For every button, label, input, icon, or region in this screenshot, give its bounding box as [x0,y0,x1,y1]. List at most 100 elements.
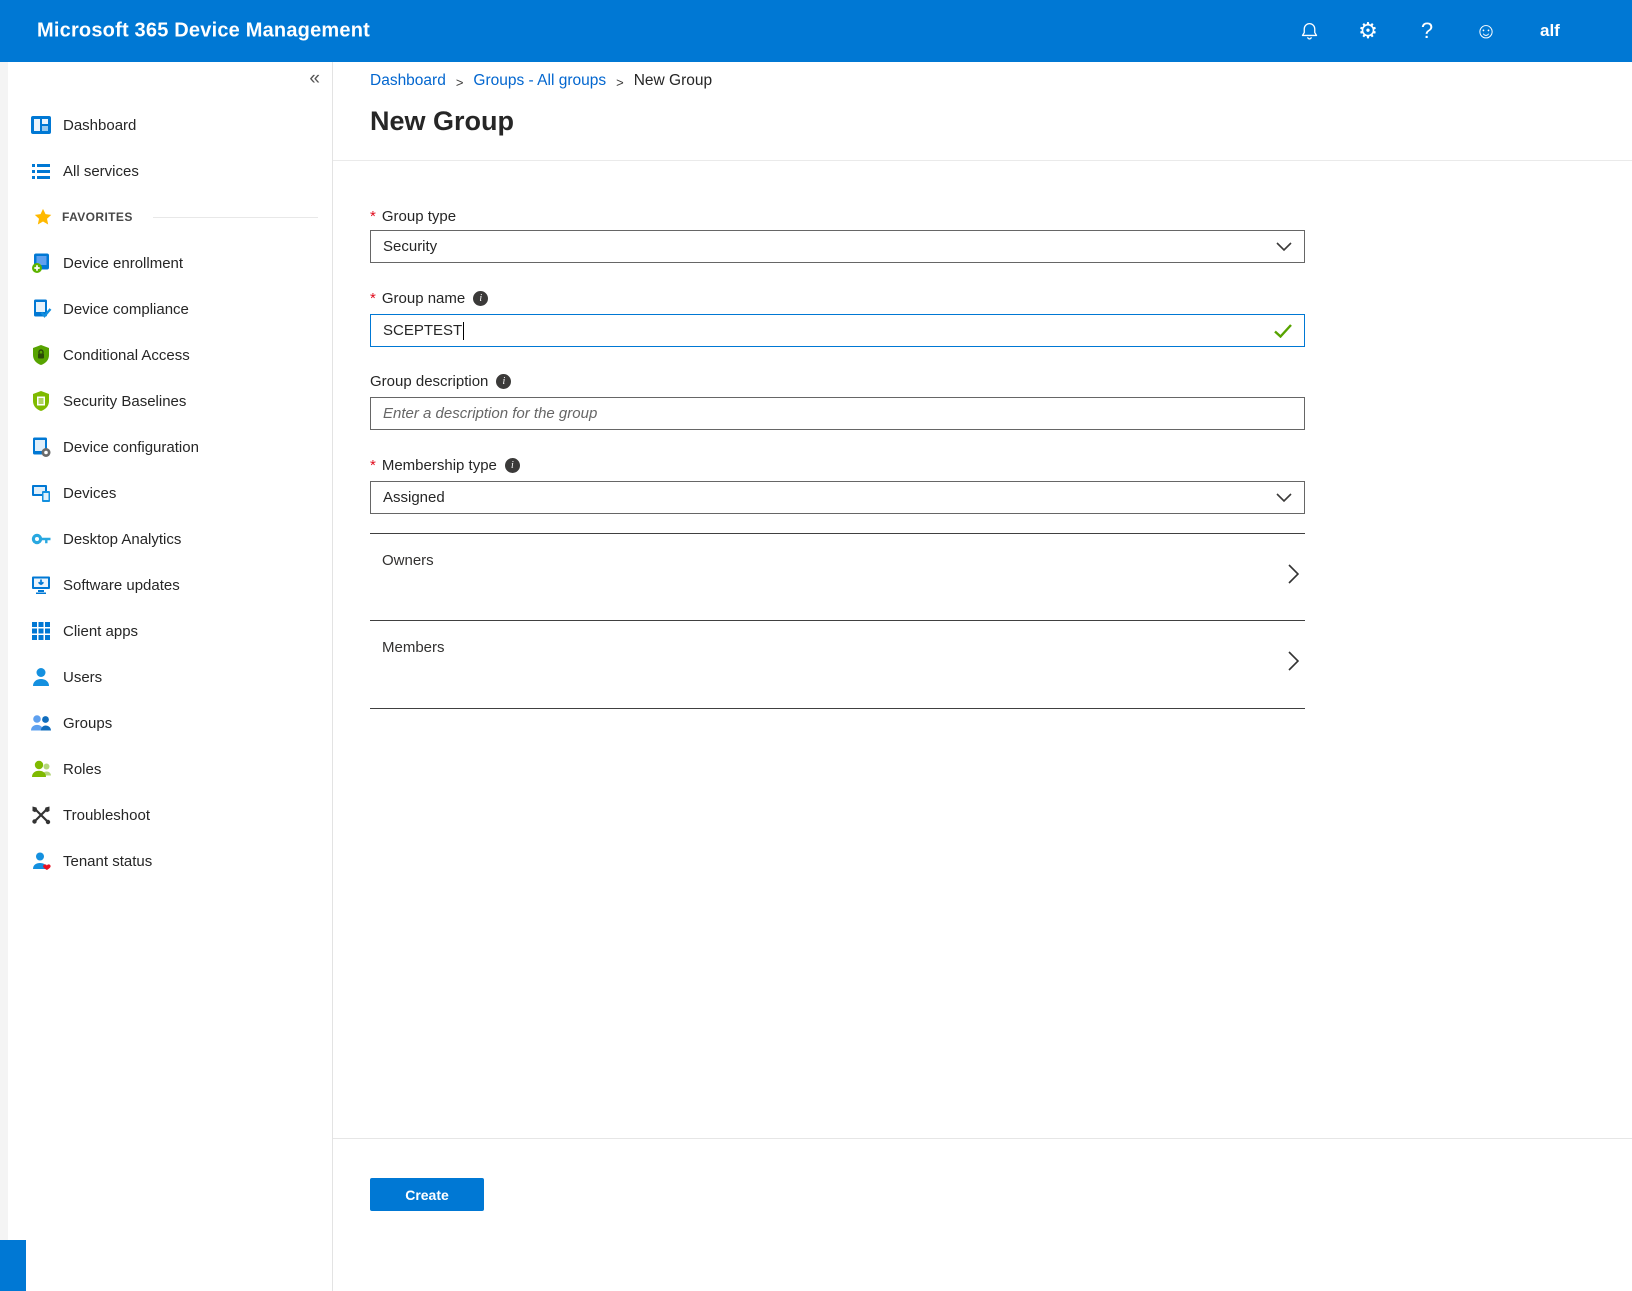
favorites-star-icon [34,208,52,226]
sidebar-item-label: All services [63,163,139,180]
info-icon[interactable]: i [473,291,488,306]
sidebar-item-label: Security Baselines [63,393,186,410]
sidebar-item-conditional-access[interactable]: Conditional Access [8,332,332,378]
device-configuration-icon [30,436,52,458]
devices-icon [30,482,52,504]
sidebar-item-device-compliance[interactable]: Device compliance [8,286,332,332]
sidebar-item-users[interactable]: Users [8,654,332,700]
sidebar-item-label: Desktop Analytics [63,531,181,548]
sidebar: « Dashboard All services FAVORITES [8,62,333,1291]
breadcrumb-separator-icon: > [616,75,624,90]
app-window: Microsoft 365 Device Management ⚙ ? ☺ al… [0,0,1632,1291]
membership-type-value: Assigned [383,489,445,506]
gear-icon[interactable]: ⚙ [1355,18,1381,44]
sidebar-item-software-updates[interactable]: Software updates [8,562,332,608]
owners-row[interactable]: Owners [370,533,1305,620]
bell-icon[interactable] [1296,18,1322,44]
sidebar-item-label: Software updates [63,577,180,594]
breadcrumb-dashboard[interactable]: Dashboard [370,72,446,90]
selection-rows: Owners Members [370,533,1305,709]
sidebar-item-label: Groups [63,715,112,732]
app-title: Microsoft 365 Device Management [37,20,370,43]
device-compliance-icon [30,298,52,320]
group-type-label-text: Group type [382,208,456,225]
dashboard-icon [30,114,52,136]
sidebar-item-label: Conditional Access [63,347,190,364]
sidebar-item-label: Devices [63,485,116,502]
group-name-label-text: Group name [382,290,465,307]
account-button[interactable]: alf [1540,21,1560,41]
group-description-label-text: Group description [370,373,488,390]
smiley-icon[interactable]: ☺ [1473,18,1499,44]
group-name-input[interactable]: SCEPTEST [370,314,1305,347]
sidebar-item-label: Users [63,669,102,686]
membership-type-select[interactable]: Assigned [370,481,1305,514]
sidebar-item-label: Device enrollment [63,255,183,272]
conditional-access-icon [30,344,52,366]
favorites-header: FAVORITES [8,194,332,240]
help-icon[interactable]: ? [1414,18,1440,44]
group-type-label: * Group type [370,208,456,225]
sidebar-item-dashboard[interactable]: Dashboard [8,102,332,148]
group-name-value: SCEPTEST [383,322,462,339]
sidebar-item-groups[interactable]: Groups [8,700,332,746]
main-content: Dashboard > Groups - All groups > New Gr… [333,62,1632,1291]
sidebar-item-label: Tenant status [63,853,152,870]
sidebar-item-devices[interactable]: Devices [8,470,332,516]
group-type-value: Security [383,238,437,255]
membership-type-label-text: Membership type [382,457,497,474]
group-description-input[interactable] [370,397,1305,430]
info-icon[interactable]: i [496,374,511,389]
owners-label: Owners [382,552,434,569]
desktop-analytics-icon [30,528,52,550]
members-label: Members [382,639,445,656]
roles-icon [30,758,52,780]
sidebar-item-device-configuration[interactable]: Device configuration [8,424,332,470]
members-row[interactable]: Members [370,620,1305,708]
create-button[interactable]: Create [370,1178,484,1211]
required-marker: * [370,208,376,225]
footer-divider [333,1138,1632,1139]
chevron-right-icon [1288,651,1299,675]
users-icon [30,666,52,688]
sidebar-item-label: Device configuration [63,439,199,456]
sidebar-item-security-baselines[interactable]: Security Baselines [8,378,332,424]
bottom-left-accent [0,1240,26,1291]
sidebar-item-all-services[interactable]: All services [8,148,332,194]
chevron-right-icon [1288,564,1299,588]
breadcrumb-groups-all-groups[interactable]: Groups - All groups [473,72,606,90]
groups-icon [30,712,52,734]
sidebar-item-roles[interactable]: Roles [8,746,332,792]
software-updates-icon [30,574,52,596]
top-bar: Microsoft 365 Device Management ⚙ ? ☺ al… [0,0,1632,62]
tenant-status-icon [30,850,52,872]
sidebar-item-label: Device compliance [63,301,189,318]
top-bar-icons: ⚙ ? ☺ [1296,0,1499,62]
title-divider [333,160,1632,161]
text-caret [463,322,464,340]
left-gutter [0,62,8,1291]
group-name-label: * Group name i [370,290,488,307]
sidebar-item-label: Roles [63,761,101,778]
security-baselines-icon [30,390,52,412]
device-enrollment-icon [30,252,52,274]
sidebar-nav: Dashboard All services FAVORITES De [8,102,332,884]
info-icon[interactable]: i [505,458,520,473]
breadcrumb-current: New Group [634,72,712,90]
sidebar-item-client-apps[interactable]: Client apps [8,608,332,654]
favorites-divider [153,217,318,218]
client-apps-icon [30,620,52,642]
all-services-icon [30,160,52,182]
sidebar-item-desktop-analytics[interactable]: Desktop Analytics [8,516,332,562]
sidebar-item-tenant-status[interactable]: Tenant status [8,838,332,884]
required-marker: * [370,290,376,307]
required-marker: * [370,457,376,474]
sidebar-item-device-enrollment[interactable]: Device enrollment [8,240,332,286]
membership-type-label: * Membership type i [370,457,520,474]
group-type-select[interactable]: Security [370,230,1305,263]
sidebar-collapse-button[interactable]: « [309,68,320,90]
sidebar-item-troubleshoot[interactable]: Troubleshoot [8,792,332,838]
sidebar-item-label: Troubleshoot [63,807,150,824]
valid-check-icon [1274,324,1292,338]
group-description-label: Group description i [370,373,511,390]
